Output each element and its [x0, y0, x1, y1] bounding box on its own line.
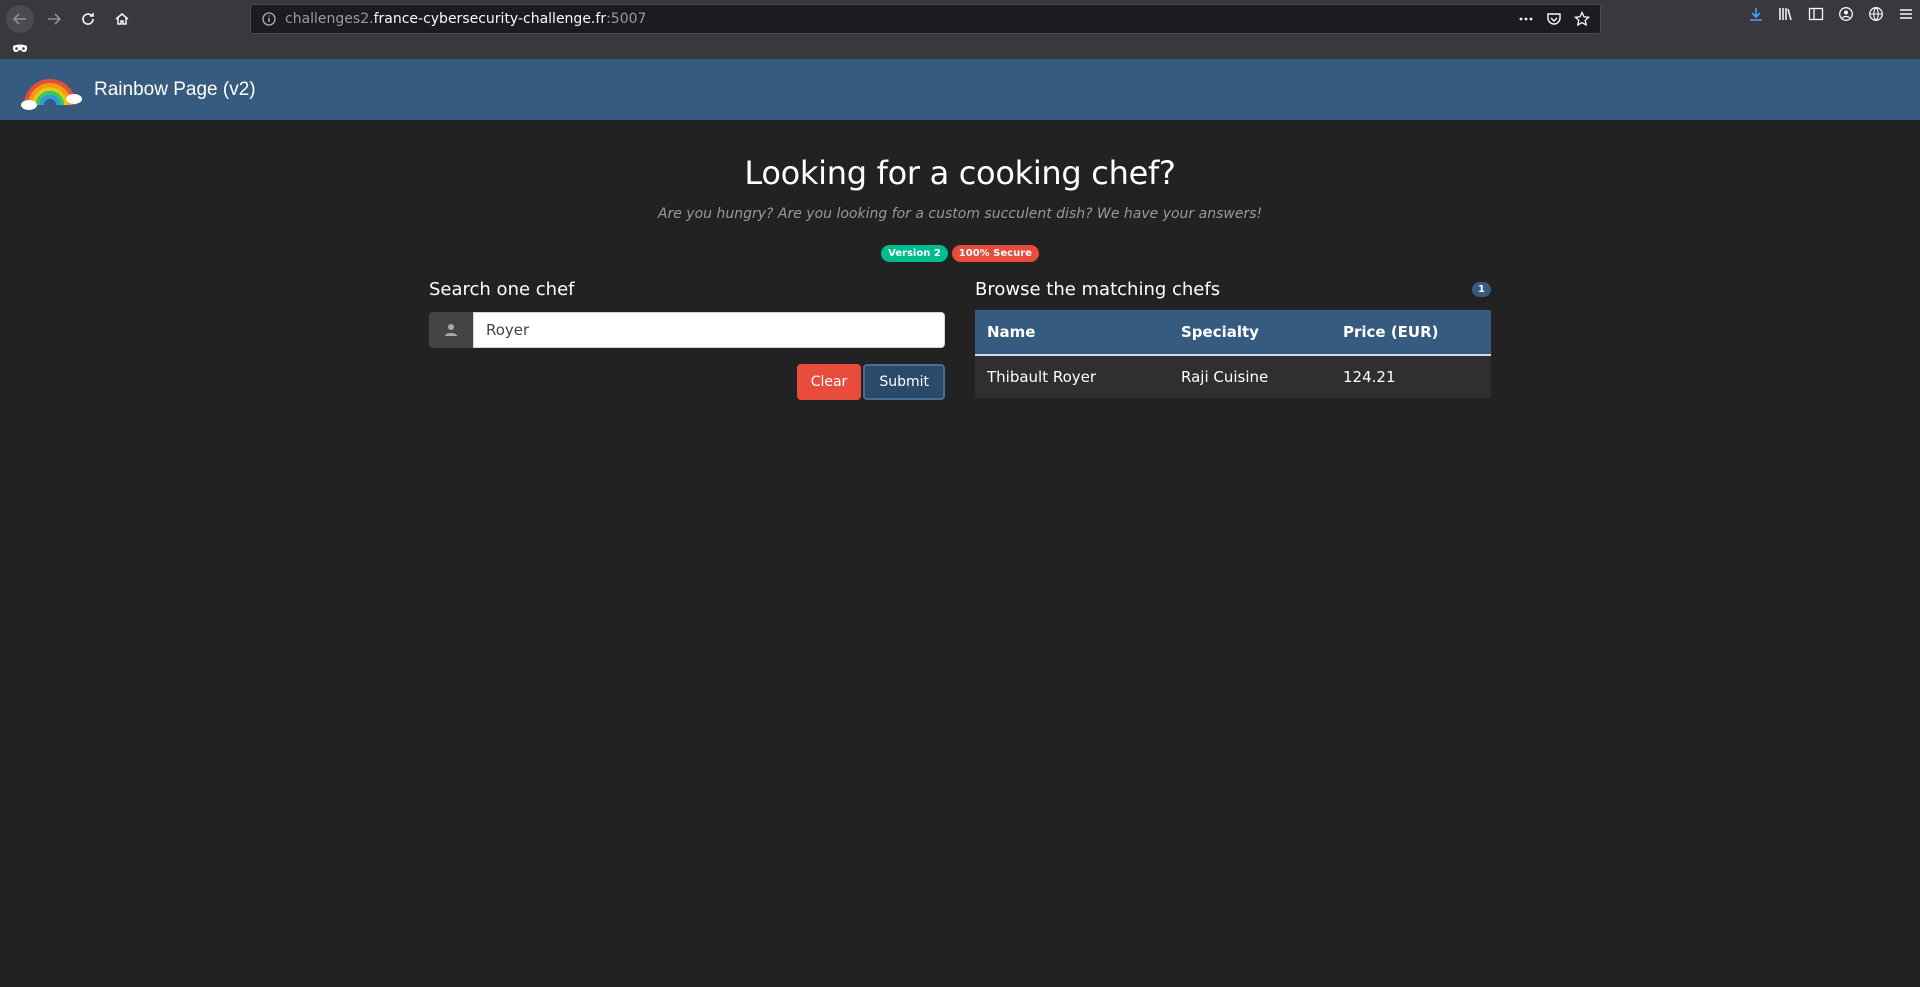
home-icon	[115, 13, 129, 25]
url-prefix: challenges2.	[285, 11, 374, 27]
version-badge: Version 2	[881, 245, 948, 262]
main-content: Looking for a cooking chef? Are you hung…	[0, 120, 1920, 409]
sidebar-icon[interactable]	[1808, 6, 1824, 22]
content-columns: Search one chef Clear Submit Browse the …	[0, 279, 1920, 409]
clear-button[interactable]: Clear	[796, 364, 862, 400]
browser-chrome: challenges2. france-cybersecurity-challen…	[0, 0, 1920, 59]
page-title: Looking for a cooking chef?	[744, 154, 1176, 192]
page-subtitle: Are you hungry? Are you looking for a cu…	[657, 206, 1263, 222]
account-icon[interactable]	[1838, 6, 1854, 22]
home-button[interactable]	[108, 5, 136, 33]
table-row: Thibault Royer Raji Cuisine 124.21	[975, 355, 1491, 398]
url-actions	[1518, 11, 1590, 27]
reload-button[interactable]	[74, 5, 102, 33]
back-button[interactable]	[6, 5, 34, 33]
private-browsing-indicator	[0, 38, 28, 59]
reload-icon	[82, 13, 94, 25]
column-header-name: Name	[975, 310, 1169, 356]
results-count-badge: 1	[1472, 282, 1491, 297]
results-title: Browse the matching chefs	[975, 279, 1221, 300]
brand-title[interactable]: Rainbow Page (v2)	[94, 79, 256, 101]
user-addon	[429, 312, 473, 348]
table-header-row: Name Specialty Price (EUR)	[975, 310, 1491, 356]
url-bar[interactable]: challenges2. france-cybersecurity-challen…	[250, 4, 1601, 34]
bookmark-star-icon[interactable]	[1574, 11, 1590, 27]
results-header: Browse the matching chefs 1	[975, 279, 1491, 300]
results-table: Name Specialty Price (EUR) Thibault Roye…	[975, 310, 1491, 398]
cell-specialty: Raji Cuisine	[1169, 355, 1331, 398]
badge-row: Version 2 100% Secure	[0, 245, 1920, 262]
rainbow-logo[interactable]	[20, 69, 82, 111]
url-host: france-cybersecurity-challenge.fr	[373, 11, 607, 27]
search-input-group	[429, 312, 945, 348]
search-title: Search one chef	[429, 279, 575, 300]
globe-icon[interactable]	[1868, 6, 1884, 22]
forward-icon	[48, 13, 62, 25]
search-panel: Search one chef Clear Submit	[429, 279, 945, 400]
download-icon[interactable]	[1748, 6, 1764, 22]
user-icon	[445, 324, 457, 336]
pocket-icon[interactable]	[1546, 11, 1562, 27]
results-panel: Browse the matching chefs 1 Name Special…	[975, 279, 1491, 398]
search-actions: Clear Submit	[429, 364, 945, 400]
cell-price: 124.21	[1331, 355, 1491, 398]
back-icon	[12, 13, 26, 25]
more-icon[interactable]	[1518, 11, 1534, 27]
cell-name: Thibault Royer	[975, 355, 1169, 398]
site-navbar: Rainbow Page (v2)	[0, 59, 1920, 120]
browser-right-tools	[1748, 6, 1914, 22]
column-header-price: Price (EUR)	[1331, 310, 1491, 356]
submit-button[interactable]: Submit	[863, 364, 945, 400]
secure-badge: 100% Secure	[951, 245, 1039, 262]
menu-icon[interactable]	[1898, 6, 1914, 22]
info-icon[interactable]	[261, 11, 277, 27]
library-icon[interactable]	[1778, 6, 1794, 22]
column-header-specialty: Specialty	[1169, 310, 1331, 356]
url-port: :5007	[606, 11, 647, 27]
private-mask-icon	[13, 44, 27, 52]
chef-search-input[interactable]	[473, 312, 945, 348]
forward-button[interactable]	[40, 5, 68, 33]
